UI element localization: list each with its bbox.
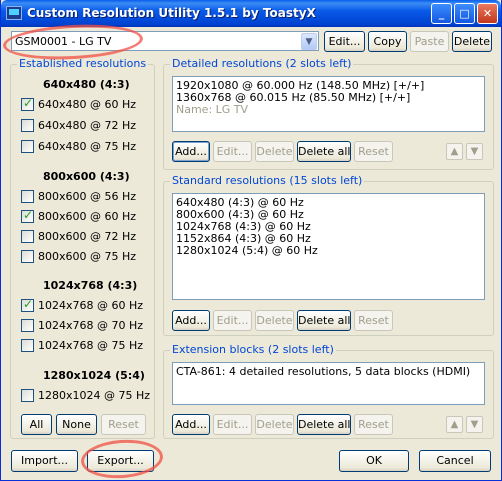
monitor-select[interactable]: GSM0001 - LG TV ▼ (11, 31, 319, 51)
standard-delete-button[interactable]: Delete (255, 310, 294, 331)
checkbox-label: 1280x1024 @ 75 Hz (38, 389, 151, 402)
checkmark-icon: ✓ (23, 96, 34, 110)
delete-monitor-button[interactable]: Delete (452, 31, 492, 52)
checkmark-icon: ✓ (23, 297, 34, 311)
detailed-resolutions-list[interactable]: 1920x1080 @ 60.000 Hz (148.50 MHz) [+/+]… (172, 76, 485, 132)
detailed-edit-button[interactable]: Edit... (213, 141, 252, 162)
detailed-delete-button[interactable]: Delete (255, 141, 294, 162)
checkbox-label: 640x480 @ 72 Hz (38, 119, 137, 132)
group-heading: 1280x1024 (5:4) (43, 369, 145, 382)
checkbox-box[interactable] (21, 319, 34, 332)
detailed-add-button[interactable]: Add... (172, 141, 210, 162)
import-button[interactable]: Import... (11, 450, 78, 472)
checkbox-label: 640x480 @ 60 Hz (38, 98, 137, 111)
monitor-select-value: GSM0001 - LG TV (15, 35, 112, 48)
move-down-icon[interactable]: ▼ (466, 416, 483, 433)
ok-button[interactable]: OK (339, 450, 409, 472)
checkbox-label: 1024x768 @ 70 Hz (38, 319, 144, 332)
checkbox-box[interactable] (21, 389, 34, 402)
established-reset-button[interactable]: Reset (101, 414, 146, 435)
paste-button[interactable]: Paste (410, 31, 449, 52)
checkbox-box[interactable]: ✓ (21, 208, 34, 223)
title-bar[interactable]: Custom Resolution Utility 1.5.1 by Toast… (1, 0, 501, 27)
select-all-button[interactable]: All (21, 414, 52, 435)
standard-reset-button[interactable]: Reset (354, 310, 393, 331)
cancel-button[interactable]: Cancel (419, 450, 491, 472)
move-up-icon[interactable]: ▲ (446, 416, 463, 433)
copy-button[interactable]: Copy (368, 31, 407, 52)
checkbox-label: 800x600 @ 56 Hz (38, 190, 137, 203)
group-heading: 1024x768 (4:3) (43, 279, 138, 292)
extension-blocks-list[interactable]: CTA-861: 4 detailed resolutions, 5 data … (172, 362, 485, 405)
checkbox-box[interactable] (21, 119, 34, 132)
edit-monitor-button[interactable]: Edit... (324, 31, 365, 52)
detailed-delete-all-button[interactable]: Delete all (297, 141, 351, 162)
established-resolutions-group: Established resolutions 640x480 (4:3) ✓ … (10, 57, 155, 439)
detailed-resolutions-title: Detailed resolutions (2 slots left) (170, 57, 354, 70)
chevron-down-icon[interactable]: ▼ (301, 33, 317, 50)
checkbox-box[interactable] (21, 230, 34, 243)
close-button[interactable]: ✕ (477, 3, 498, 24)
group-heading: 800x600 (4:3) (43, 170, 130, 183)
established-resolutions-title: Established resolutions (17, 57, 149, 70)
checkbox-box[interactable]: ✓ (21, 297, 34, 312)
standard-delete-all-button[interactable]: Delete all (297, 310, 351, 331)
checkbox-label: 800x600 @ 60 Hz (38, 210, 137, 223)
detailed-reset-button[interactable]: Reset (354, 141, 393, 162)
crue-window: Custom Resolution Utility 1.5.1 by Toast… (0, 0, 502, 481)
checkbox-label: 1024x768 @ 60 Hz (38, 299, 144, 312)
monitor-app-icon (6, 6, 22, 20)
extension-delete-button[interactable]: Delete (255, 414, 294, 435)
extension-blocks-title: Extension blocks (2 slots left) (170, 343, 336, 356)
checkbox-box[interactable]: ✓ (21, 96, 34, 111)
extension-edit-button[interactable]: Edit... (213, 414, 252, 435)
checkbox-label: 800x600 @ 72 Hz (38, 230, 137, 243)
checkbox-box[interactable] (21, 190, 34, 203)
maximize-button[interactable]: □ (454, 3, 475, 24)
checkmark-icon: ✓ (23, 208, 34, 222)
checkbox-box[interactable] (21, 140, 34, 153)
standard-resolutions-group: Standard resolutions (15 slots left) 640… (163, 174, 494, 336)
list-item[interactable]: CTA-861: 4 detailed resolutions, 5 data … (176, 366, 481, 378)
standard-resolutions-list[interactable]: 640x480 (4:3) @ 60 Hz 800x600 (4:3) @ 60… (172, 193, 485, 300)
checkbox-box[interactable] (21, 339, 34, 352)
move-down-icon[interactable]: ▼ (466, 143, 483, 160)
group-heading: 640x480 (4:3) (43, 78, 130, 91)
minimize-button[interactable]: _ (431, 3, 452, 24)
window-title: Custom Resolution Utility 1.5.1 by Toast… (27, 6, 316, 20)
move-up-icon[interactable]: ▲ (446, 143, 463, 160)
extension-reset-button[interactable]: Reset (354, 414, 393, 435)
extension-delete-all-button[interactable]: Delete all (297, 414, 351, 435)
checkbox-label: 1024x768 @ 75 Hz (38, 339, 144, 352)
list-item[interactable]: Name: LG TV (176, 104, 481, 116)
standard-resolutions-title: Standard resolutions (15 slots left) (170, 174, 365, 187)
extension-blocks-group: Extension blocks (2 slots left) CTA-861:… (163, 343, 494, 439)
select-none-button[interactable]: None (56, 414, 97, 435)
checkbox-label: 800x600 @ 75 Hz (38, 250, 137, 263)
standard-add-button[interactable]: Add... (172, 310, 210, 331)
export-button[interactable]: Export... (87, 450, 154, 472)
list-item[interactable]: 1280x1024 (5:4) @ 60 Hz (176, 245, 481, 257)
checkbox-label: 640x480 @ 75 Hz (38, 140, 137, 153)
detailed-resolutions-group: Detailed resolutions (2 slots left) 1920… (163, 57, 494, 170)
standard-edit-button[interactable]: Edit... (213, 310, 252, 331)
extension-add-button[interactable]: Add... (172, 414, 210, 435)
checkbox-box[interactable] (21, 250, 34, 263)
